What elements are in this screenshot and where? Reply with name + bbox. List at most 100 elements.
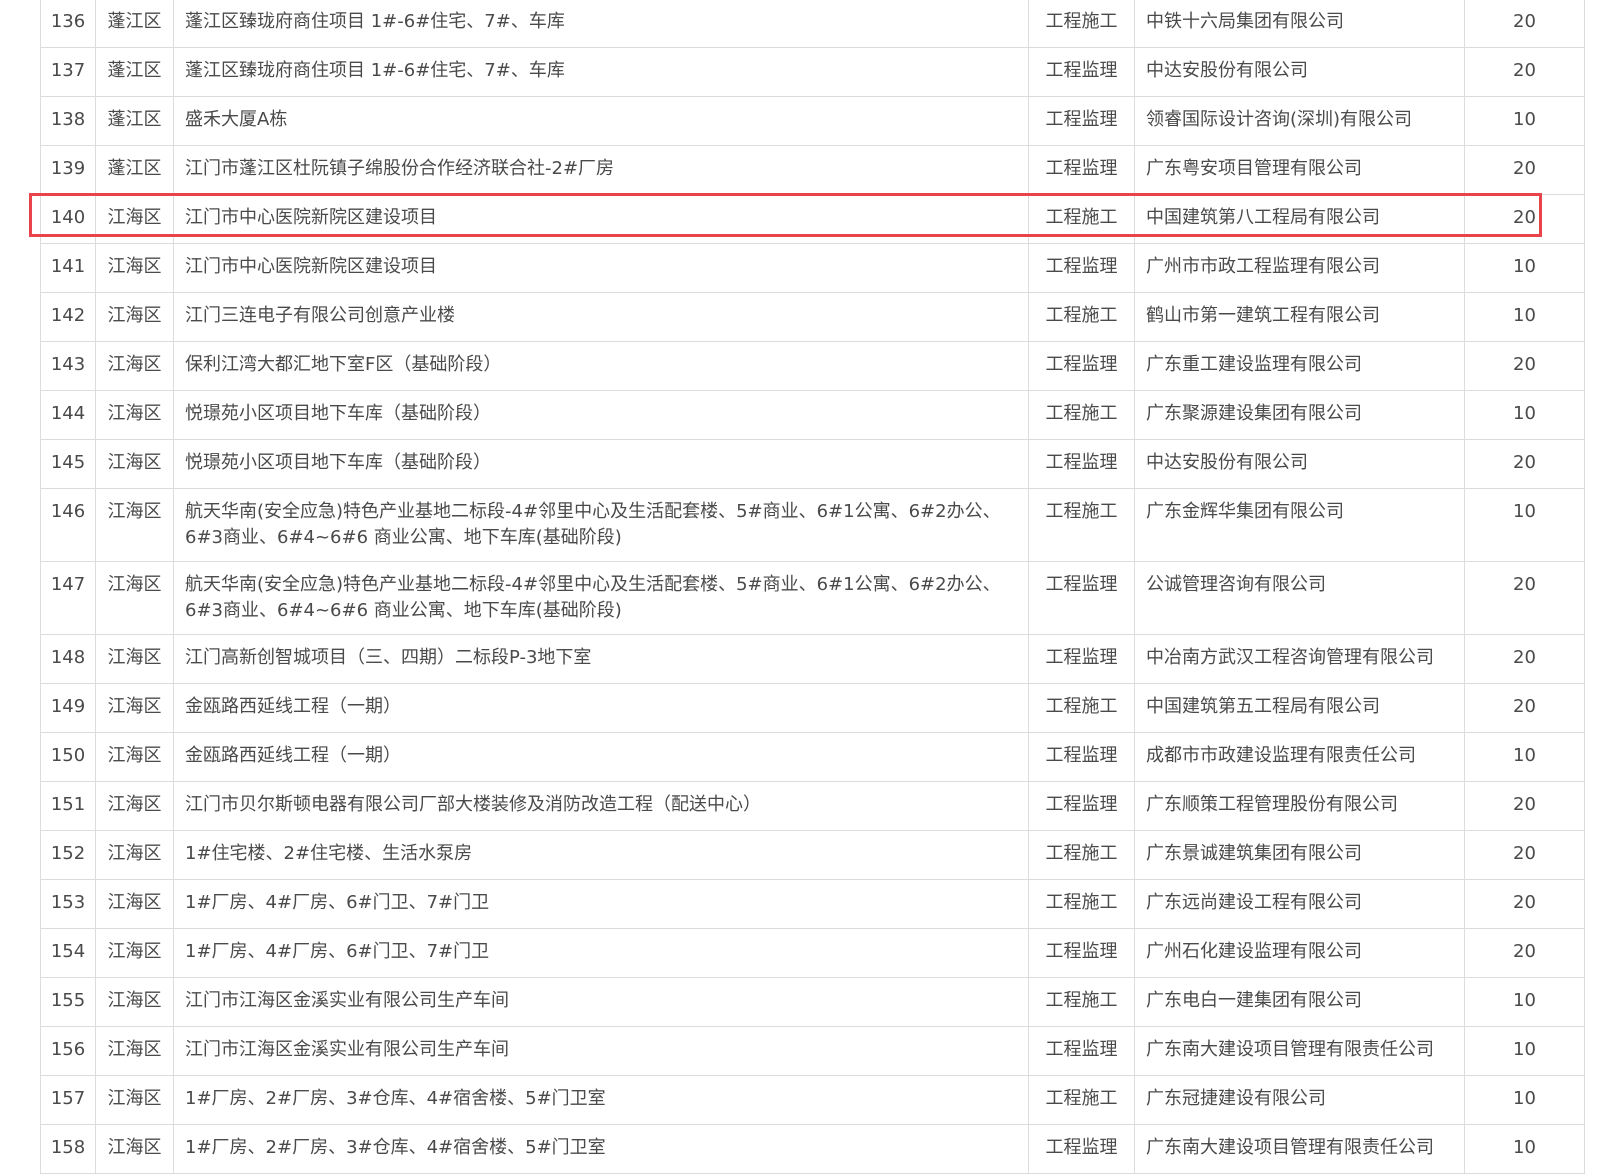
- work-type-cell: 工程监理: [1028, 928, 1135, 978]
- score-cell: 10: [1464, 1026, 1585, 1076]
- project-name-cell: 悦璟苑小区项目地下车库（基础阶段）: [173, 390, 1029, 440]
- score-cell: 20: [1464, 879, 1585, 929]
- score-cell: 10: [1464, 1124, 1585, 1174]
- table-row: 153 江海区 1#厂房、4#厂房、6#门卫、7#门卫 工程施工 广东远尚建设工程有限公…: [40, 879, 1585, 929]
- project-name-cell: 1#厂房、4#厂房、6#门卫、7#门卫: [173, 879, 1029, 929]
- row-number-cell: 150: [40, 732, 96, 782]
- project-name-cell: 蓬江区臻珑府商住项目 1#-6#住宅、7#、车库: [173, 0, 1029, 48]
- row-number-cell: 157: [40, 1075, 96, 1125]
- project-name-cell: 江门市贝尔斯顿电器有限公司厂部大楼装修及消防改造工程（配送中心）: [173, 781, 1029, 831]
- row-number-cell: 140: [40, 194, 96, 244]
- district-cell: 江海区: [95, 561, 174, 635]
- row-number-cell: 154: [40, 928, 96, 978]
- project-name-cell: 1#住宅楼、2#住宅楼、生活水泵房: [173, 830, 1029, 880]
- row-number-cell: 144: [40, 390, 96, 440]
- company-cell: 广东聚源建设集团有限公司: [1134, 390, 1465, 440]
- company-cell: 中达安股份有限公司: [1134, 47, 1465, 97]
- project-name-cell: 江门市江海区金溪实业有限公司生产车间: [173, 1026, 1029, 1076]
- district-cell: 江海区: [95, 830, 174, 880]
- score-cell: 20: [1464, 830, 1585, 880]
- row-number-cell: 147: [40, 561, 96, 635]
- company-cell: 广州石化建设监理有限公司: [1134, 928, 1465, 978]
- district-cell: 江海区: [95, 341, 174, 391]
- score-cell: 10: [1464, 390, 1585, 440]
- row-number-cell: 141: [40, 243, 96, 293]
- table-row: 142 江海区 江门三连电子有限公司创意产业楼 工程施工 鹤山市第一建筑工程有限公司 10: [40, 292, 1585, 342]
- district-cell: 江海区: [95, 243, 174, 293]
- table-row: 143 江海区 保利江湾大都汇地下室F区（基础阶段） 工程监理 广东重工建设监理有限公司…: [40, 341, 1585, 391]
- project-name-cell: 航天华南(安全应急)特色产业基地二标段-4#邻里中心及生活配套楼、5#商业、6#…: [173, 561, 1029, 635]
- district-cell: 蓬江区: [95, 145, 174, 195]
- work-type-cell: 工程监理: [1028, 634, 1135, 684]
- work-type-cell: 工程监理: [1028, 1026, 1135, 1076]
- district-cell: 江海区: [95, 488, 174, 562]
- score-cell: 20: [1464, 0, 1585, 48]
- score-cell: 20: [1464, 928, 1585, 978]
- work-type-cell: 工程施工: [1028, 390, 1135, 440]
- project-name-cell: 江门市蓬江区杜阮镇子绵股份合作经济联合社-2#厂房: [173, 145, 1029, 195]
- score-cell: 20: [1464, 683, 1585, 733]
- work-type-cell: 工程施工: [1028, 1075, 1135, 1125]
- company-cell: 成都市市政建设监理有限责任公司: [1134, 732, 1465, 782]
- district-cell: 江海区: [95, 781, 174, 831]
- row-number-cell: 136: [40, 0, 96, 48]
- company-cell: 广东粤安项目管理有限公司: [1134, 145, 1465, 195]
- row-number-cell: 151: [40, 781, 96, 831]
- table-row: 154 江海区 1#厂房、4#厂房、6#门卫、7#门卫 工程监理 广州石化建设监理有限公…: [40, 928, 1585, 978]
- row-number-cell: 137: [40, 47, 96, 97]
- score-cell: 20: [1464, 194, 1585, 244]
- work-type-cell: 工程施工: [1028, 194, 1135, 244]
- score-cell: 20: [1464, 561, 1585, 635]
- score-cell: 10: [1464, 243, 1585, 293]
- project-name-cell: 江门三连电子有限公司创意产业楼: [173, 292, 1029, 342]
- table-row: 152 江海区 1#住宅楼、2#住宅楼、生活水泵房 工程施工 广东景诚建筑集团有限公司 2…: [40, 830, 1585, 880]
- district-cell: 江海区: [95, 390, 174, 440]
- table-row: 137 蓬江区 蓬江区臻珑府商住项目 1#-6#住宅、7#、车库 工程监理 中达安股份有…: [40, 47, 1585, 97]
- project-name-cell: 悦璟苑小区项目地下车库（基础阶段）: [173, 439, 1029, 489]
- company-cell: 公诚管理咨询有限公司: [1134, 561, 1465, 635]
- score-cell: 20: [1464, 145, 1585, 195]
- table-row: 157 江海区 1#厂房、2#厂房、3#仓库、4#宿舍楼、5#门卫室 工程施工 广东冠捷…: [40, 1075, 1585, 1125]
- district-cell: 江海区: [95, 1124, 174, 1174]
- company-cell: 广东南大建设项目管理有限责任公司: [1134, 1124, 1465, 1174]
- table-row: 141 江海区 江门市中心医院新院区建设项目 工程监理 广州市市政工程监理有限公司 10: [40, 243, 1585, 293]
- table-row: 146 江海区 航天华南(安全应急)特色产业基地二标段-4#邻里中心及生活配套楼、5…: [40, 488, 1585, 562]
- project-name-cell: 江门市中心医院新院区建设项目: [173, 194, 1029, 244]
- company-cell: 领睿国际设计咨询(深圳)有限公司: [1134, 96, 1465, 146]
- work-type-cell: 工程监理: [1028, 145, 1135, 195]
- table-row: 136 蓬江区 蓬江区臻珑府商住项目 1#-6#住宅、7#、车库 工程施工 中铁十六局集…: [40, 0, 1585, 48]
- project-name-cell: 江门市中心医院新院区建设项目: [173, 243, 1029, 293]
- project-name-cell: 保利江湾大都汇地下室F区（基础阶段）: [173, 341, 1029, 391]
- work-type-cell: 工程施工: [1028, 488, 1135, 562]
- row-number-cell: 145: [40, 439, 96, 489]
- project-name-cell: 江门高新创智城项目（三、四期）二标段P-3地下室: [173, 634, 1029, 684]
- district-cell: 江海区: [95, 879, 174, 929]
- table-row: 150 江海区 金瓯路西延线工程（一期） 工程监理 成都市市政建设监理有限责任公司 10: [40, 732, 1585, 782]
- company-cell: 中达安股份有限公司: [1134, 439, 1465, 489]
- row-number-cell: 142: [40, 292, 96, 342]
- table-row: 147 江海区 航天华南(安全应急)特色产业基地二标段-4#邻里中心及生活配套楼、5…: [40, 561, 1585, 635]
- score-cell: 10: [1464, 488, 1585, 562]
- project-name-cell: 金瓯路西延线工程（一期）: [173, 732, 1029, 782]
- table-row: 155 江海区 江门市江海区金溪实业有限公司生产车间 工程施工 广东电白一建集团有限公司…: [40, 977, 1585, 1027]
- work-type-cell: 工程监理: [1028, 732, 1135, 782]
- row-number-cell: 148: [40, 634, 96, 684]
- table-row: 149 江海区 金瓯路西延线工程（一期） 工程施工 中国建筑第五工程局有限公司 20: [40, 683, 1585, 733]
- company-cell: 广东金辉华集团有限公司: [1134, 488, 1465, 562]
- project-name-cell: 1#厂房、2#厂房、3#仓库、4#宿舍楼、5#门卫室: [173, 1124, 1029, 1174]
- score-cell: 10: [1464, 732, 1585, 782]
- district-cell: 江海区: [95, 634, 174, 684]
- district-cell: 江海区: [95, 683, 174, 733]
- work-type-cell: 工程监理: [1028, 439, 1135, 489]
- project-name-cell: 1#厂房、2#厂房、3#仓库、4#宿舍楼、5#门卫室: [173, 1075, 1029, 1125]
- district-cell: 蓬江区: [95, 96, 174, 146]
- score-cell: 10: [1464, 977, 1585, 1027]
- table-row: 139 蓬江区 江门市蓬江区杜阮镇子绵股份合作经济联合社-2#厂房 工程监理 广东粤安项…: [40, 145, 1585, 195]
- company-cell: 中国建筑第八工程局有限公司: [1134, 194, 1465, 244]
- company-cell: 广东顺策工程管理股份有限公司: [1134, 781, 1465, 831]
- district-cell: 江海区: [95, 977, 174, 1027]
- project-name-cell: 航天华南(安全应急)特色产业基地二标段-4#邻里中心及生活配套楼、5#商业、6#…: [173, 488, 1029, 562]
- company-cell: 中铁十六局集团有限公司: [1134, 0, 1465, 48]
- work-type-cell: 工程施工: [1028, 879, 1135, 929]
- score-cell: 20: [1464, 781, 1585, 831]
